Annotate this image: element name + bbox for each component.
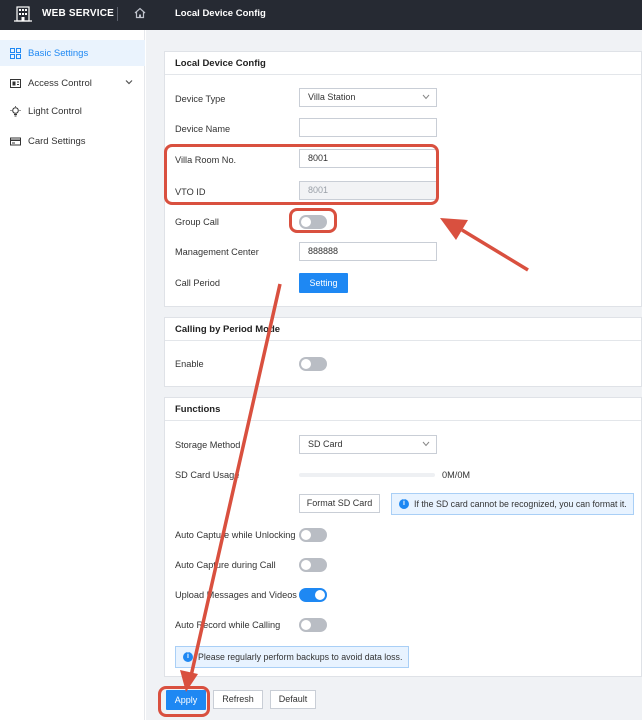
- sd-card-usage-label: SD Card Usage: [175, 470, 240, 480]
- default-button[interactable]: Default: [270, 690, 316, 709]
- storage-method-label: Storage Method: [175, 440, 241, 450]
- auto-capture-unlocking-label: Auto Capture while Unlocking: [175, 530, 296, 540]
- sidebar-item-label: Card Settings: [28, 135, 86, 147]
- grid-icon: [10, 47, 21, 59]
- device-type-label: Device Type: [175, 94, 226, 104]
- chevron-down-icon: [422, 94, 430, 100]
- group-call-label: Group Call: [175, 217, 219, 227]
- call-period-label: Call Period: [175, 278, 220, 288]
- main-content: Local Device Config Device Type Villa St…: [146, 30, 642, 720]
- device-type-value: Villa Station: [308, 92, 356, 102]
- management-center-field[interactable]: 888888: [299, 242, 437, 261]
- highlight-group-call-box: [289, 208, 337, 233]
- call-period-setting-button[interactable]: Setting: [299, 273, 348, 293]
- highlight-apply-box: [158, 686, 210, 717]
- backup-info-text: Please regularly perform backups to avoi…: [198, 652, 403, 662]
- panel-title: Calling by Period Mode: [165, 318, 641, 341]
- panel-title: Functions: [165, 398, 641, 421]
- sidebar: Basic Settings Access Control Light Cont…: [0, 30, 145, 720]
- info-icon: i: [399, 499, 409, 509]
- sidebar-item-basic-settings[interactable]: Basic Settings: [0, 40, 145, 66]
- device-name-field[interactable]: [299, 118, 437, 137]
- auto-capture-unlocking-toggle[interactable]: [299, 528, 327, 542]
- sidebar-item-label: Light Control: [28, 105, 82, 117]
- sd-card-usage-bar: [299, 473, 435, 477]
- backup-info-banner: i Please regularly perform backups to av…: [175, 646, 409, 668]
- sidebar-item-light-control[interactable]: Light Control: [0, 98, 145, 124]
- chevron-down-icon: [422, 441, 430, 447]
- management-center-label: Management Center: [175, 247, 259, 257]
- home-icon[interactable]: [133, 6, 147, 20]
- sidebar-item-label: Access Control: [28, 77, 92, 89]
- refresh-button[interactable]: Refresh: [213, 690, 263, 709]
- info-icon: i: [183, 652, 193, 662]
- upload-messages-label: Upload Messages and Videos: [175, 590, 297, 600]
- auto-capture-call-label: Auto Capture during Call: [175, 560, 276, 570]
- calling-by-period-panel: Calling by Period Mode Enable: [164, 317, 642, 387]
- building-logo-icon: [14, 6, 32, 22]
- access-icon: [10, 78, 21, 89]
- storage-method-value: SD Card: [308, 439, 343, 449]
- panel-title: Local Device Config: [165, 52, 641, 75]
- functions-panel: Functions Storage Method SD Card SD Card…: [164, 397, 642, 677]
- top-bar: WEB SERVICE Local Device Config: [0, 0, 642, 30]
- format-sd-card-button[interactable]: Format SD Card: [299, 494, 380, 513]
- device-type-select[interactable]: Villa Station: [299, 88, 437, 107]
- format-info-banner: i If the SD card cannot be recognized, y…: [391, 493, 634, 515]
- breadcrumb: Local Device Config: [175, 8, 266, 19]
- auto-capture-call-toggle[interactable]: [299, 558, 327, 572]
- sidebar-item-access-control[interactable]: Access Control: [0, 70, 145, 96]
- sidebar-item-label: Basic Settings: [28, 47, 89, 59]
- chevron-down-icon[interactable]: [125, 78, 133, 86]
- enable-label: Enable: [175, 359, 204, 369]
- format-info-text: If the SD card cannot be recognized, you…: [414, 499, 627, 509]
- card-icon: [10, 136, 21, 147]
- enable-toggle[interactable]: [299, 357, 327, 371]
- upload-messages-toggle[interactable]: [299, 588, 327, 602]
- device-name-label: Device Name: [175, 124, 231, 134]
- storage-method-select[interactable]: SD Card: [299, 435, 437, 454]
- bulb-icon: [10, 105, 21, 117]
- auto-record-label: Auto Record while Calling: [175, 620, 281, 630]
- header-divider: [117, 7, 118, 21]
- sidebar-item-card-settings[interactable]: Card Settings: [0, 128, 145, 154]
- brand-title: WEB SERVICE: [42, 8, 115, 19]
- sd-card-usage-value: 0M/0M: [442, 470, 471, 480]
- auto-record-toggle[interactable]: [299, 618, 327, 632]
- highlight-room-vto-box: [164, 144, 439, 205]
